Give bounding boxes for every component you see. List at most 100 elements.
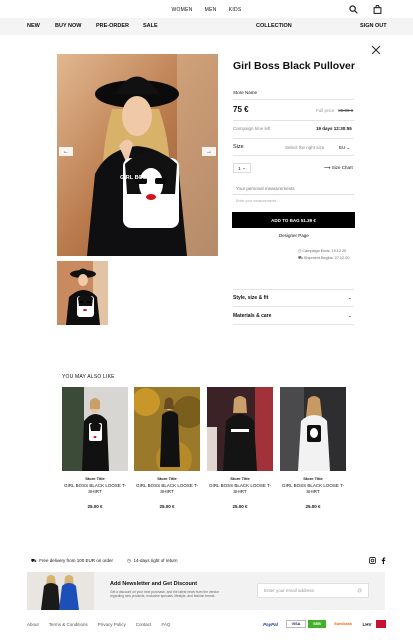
divider: [233, 120, 354, 121]
search-icon[interactable]: [349, 5, 358, 14]
accordion-label: Materials & care: [233, 313, 272, 319]
card-store: Store Title: [85, 476, 105, 481]
full-price-label: Full price: [316, 108, 335, 113]
size-chart-label: Size Chart: [331, 165, 353, 170]
product-card[interactable]: Store Title GIRL BOSS BLACK LOOSE T-SHIR…: [62, 387, 128, 509]
nav-men[interactable]: MEN: [205, 5, 217, 15]
footer-link-contact[interactable]: Contact: [136, 622, 152, 627]
card-store: Store Title: [303, 476, 323, 481]
card-price: 25.00 €: [232, 504, 248, 509]
newsletter-text: Get a discount on your next purchase, an…: [110, 590, 220, 598]
truck-icon: ⛟: [31, 558, 37, 563]
email-placeholder: Enter your email address: [264, 588, 315, 593]
nav-buy-now[interactable]: BUY NOW: [55, 18, 81, 35]
calendar-icon: ◷: [298, 249, 302, 253]
newsletter-email-input[interactable]: Enter your email address @: [257, 583, 369, 598]
product-card-image: [207, 387, 273, 471]
product-card[interactable]: Store Title GIRL BOSS BLACK LOOSE T-SHIR…: [280, 387, 346, 509]
add-to-bag-button[interactable]: ADD TO BAG 51.39 €: [232, 212, 355, 228]
card-name: GIRL BOSS BLACK LOOSE T-SHIRT: [135, 483, 199, 494]
nav-sign-out[interactable]: SIGN OUT: [360, 18, 387, 35]
close-icon[interactable]: [371, 45, 381, 55]
seb-logo: SEB: [308, 620, 326, 628]
product-price: 75 €: [233, 105, 249, 114]
campaign-label: Campaign time left: [233, 126, 271, 131]
divider: [233, 138, 354, 139]
measurements-input[interactable]: Your personal measurements: [233, 182, 354, 195]
campaign-ends: ◷ Campaign Ends: 19.12.20: [298, 248, 346, 253]
accordion-label: Style, size & fit: [233, 295, 269, 301]
store-name[interactable]: Store Name: [233, 90, 257, 95]
chevron-down-icon: ⌄: [347, 295, 352, 301]
footer-link-faq[interactable]: FAQ: [161, 622, 170, 627]
bank-logo: [376, 620, 386, 628]
returns-info: ◷ 14-days right of return: [127, 558, 177, 564]
shipment-begins: ⛟ Shipment Begins: 27.12.20: [298, 256, 349, 261]
chevron-down-icon: ⌄: [346, 145, 351, 150]
paypal-logo: PayPal: [263, 621, 278, 627]
truck-icon: ⛟: [298, 256, 303, 260]
facebook-icon[interactable]: [380, 557, 387, 564]
footer-link-about[interactable]: About: [27, 622, 39, 627]
divider: [233, 289, 354, 290]
measurements-note: Enter your measurements: [236, 199, 277, 203]
product-main-image: GIRL BOSS ← →: [57, 54, 218, 256]
newsletter-title: Add Newsletter and Get Discount: [110, 581, 198, 587]
card-price: 25.00 €: [87, 504, 103, 509]
free-delivery-text: Free delivery from 100 EUR on order: [39, 558, 113, 563]
accordion-style-size-fit[interactable]: Style, size & fit ⌄: [233, 295, 354, 301]
arrow-left-icon: ←: [63, 148, 69, 155]
footer-link-privacy[interactable]: Privacy Policy: [98, 622, 126, 627]
card-name: GIRL BOSS BLACK LOOSE T-SHIRT: [281, 483, 345, 494]
designer-page-link[interactable]: Designer Page: [279, 233, 309, 238]
newsletter-image: [27, 572, 94, 610]
product-card[interactable]: Store Title GIRL BOSS BLACK LOOSE T-SHIR…: [207, 387, 273, 509]
at-icon[interactable]: @: [357, 584, 362, 598]
quantity-value: 1: [238, 165, 241, 171]
product-card[interactable]: Store Title GIRL BOSS BLACK LOOSE T-SHIR…: [134, 387, 200, 509]
returns-text: 14-days right of return: [133, 558, 178, 563]
prev-image-button[interactable]: ←: [59, 147, 73, 156]
card-price: 25.00 €: [159, 504, 175, 509]
size-chart-link[interactable]: ⟶ Size Chart: [324, 165, 353, 171]
cart-icon[interactable]: [373, 5, 382, 14]
nav-collection[interactable]: COLLECTION: [256, 18, 292, 35]
product-thumbnail[interactable]: [57, 261, 108, 325]
arrow-right-icon: →: [206, 148, 212, 155]
card-store: Store Title: [230, 476, 250, 481]
product-card-image: [134, 387, 200, 471]
footer-link-terms[interactable]: Terms & Conditions: [49, 622, 88, 627]
campaign-ends-text: Campaign Ends: 19.12.20: [302, 249, 347, 253]
campaign-countdown: 19 days 12:30:55: [316, 126, 352, 131]
divider: [233, 155, 354, 156]
nav-women[interactable]: WOMEN: [171, 5, 192, 15]
nav-pre-order[interactable]: PRE-ORDER: [96, 18, 129, 35]
divider: [233, 306, 354, 307]
product-card-image: [62, 387, 128, 471]
accordion-materials-care[interactable]: Materials & care ⌄: [233, 313, 354, 319]
calendar-icon: ◷: [127, 558, 131, 563]
card-name: GIRL BOSS BLACK LOOSE T-SHIRT: [63, 483, 127, 494]
divider: [233, 99, 354, 100]
thumbnail-photo: [57, 261, 108, 325]
next-image-button[interactable]: →: [202, 147, 216, 156]
card-store: Store Title: [157, 476, 177, 481]
shipment-begins-text: Shipment Begins: 27.12.20: [303, 256, 350, 260]
size-region-select[interactable]: EU ⌄: [339, 145, 350, 151]
model-photo: [57, 54, 218, 256]
recommendations-heading: YOU MAY ALSO LIKE: [62, 374, 115, 380]
full-price-value: 85.00 €: [338, 108, 354, 113]
size-label: Size: [233, 144, 244, 150]
quantity-select[interactable]: 1 ⌄: [233, 163, 251, 173]
nav-new[interactable]: NEW: [27, 18, 40, 35]
nav-kids[interactable]: KIDS: [229, 5, 242, 15]
nav-sale[interactable]: SALE: [143, 18, 158, 35]
lhv-logo: LHV: [362, 621, 372, 627]
instagram-icon[interactable]: [369, 557, 376, 564]
full-price: Full price 85.00 €: [316, 108, 353, 113]
product-title: Girl Boss Black Pullover: [233, 60, 355, 72]
graphic-print-text: GIRL BOSS: [120, 175, 151, 181]
product-card-image: [280, 387, 346, 471]
card-price: 25.00 €: [305, 504, 321, 509]
visa-logo: VISA: [286, 620, 306, 628]
